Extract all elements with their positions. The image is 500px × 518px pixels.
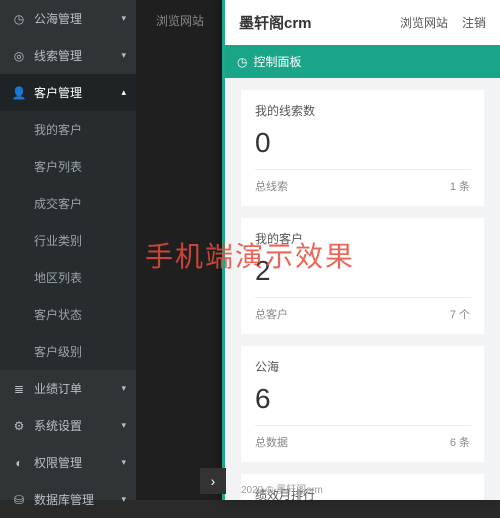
card-title: 我的客户	[255, 230, 470, 247]
gear-icon: ⚙	[12, 419, 26, 433]
mobile-header-links: 浏览网站 注销	[400, 14, 486, 31]
footer-label: 总数据	[255, 434, 288, 450]
sub-region[interactable]: 地区列表	[0, 259, 136, 296]
card-footer: 总客户 7 个	[255, 297, 470, 322]
sidebar-item-label: 公海管理	[34, 10, 82, 27]
expand-button[interactable]: ›	[200, 468, 226, 494]
card-title: 我的线索数	[255, 102, 470, 119]
card-customers: 我的客户 2 总客户 7 个	[241, 218, 484, 334]
shield-icon: ◐	[12, 456, 26, 470]
chevron-down-icon: ▾	[121, 50, 126, 61]
chevron-down-icon: ▾	[121, 457, 126, 468]
sidebar-item-kehu[interactable]: 👤 客户管理 ▴	[0, 74, 136, 111]
sidebar-item-label: 业绩订单	[34, 380, 82, 397]
browse-link[interactable]: 浏览网站	[400, 14, 448, 31]
chevron-up-icon: ▴	[121, 87, 126, 98]
sidebar-item-xiansuo[interactable]: ◎ 线索管理 ▾	[0, 37, 136, 74]
mobile-content: 我的线索数 0 总线索 1 条 我的客户 2 总客户 7 个 公海 6 总数据 …	[225, 78, 500, 500]
mobile-header: 墨轩阁crm 浏览网站 注销	[225, 0, 500, 45]
mobile-preview-panel: 墨轩阁crm 浏览网站 注销 ◷ 控制面板 我的线索数 0 总线索 1 条 我的…	[222, 0, 500, 500]
card-value: 2	[255, 255, 470, 287]
chevron-right-icon: ›	[211, 473, 216, 489]
target-icon: ◎	[12, 49, 26, 63]
sub-status[interactable]: 客户状态	[0, 296, 136, 333]
sidebar-submenu: 我的客户 客户列表 成交客户 行业类别 地区列表 客户状态 客户级别	[0, 111, 136, 370]
sidebar-item-label: 客户管理	[34, 84, 82, 101]
sidebar-item-gonghai[interactable]: ◷ 公海管理 ▾	[0, 0, 136, 37]
dark-browse-link[interactable]: 浏览网站	[156, 12, 204, 29]
card-title: 公海	[255, 358, 470, 375]
card-value: 6	[255, 383, 470, 415]
card-gonghai: 公海 6 总数据 6 条	[241, 346, 484, 462]
mobile-title: 墨轩阁crm	[239, 12, 312, 33]
footer-label: 总线索	[255, 178, 288, 194]
mobile-footer: 2020 © 墨轩阁crm	[241, 481, 323, 496]
sidebar: ◷ 公海管理 ▾ ◎ 线索管理 ▾ 👤 客户管理 ▴ 我的客户 客户列表 成交客…	[0, 0, 136, 500]
card-footer: 总数据 6 条	[255, 425, 470, 450]
dashboard-icon: ◷	[237, 55, 247, 69]
sub-industry[interactable]: 行业类别	[0, 222, 136, 259]
sidebar-item-label: 权限管理	[34, 454, 82, 471]
card-value: 0	[255, 127, 470, 159]
sidebar-item-system[interactable]: ⚙ 系统设置 ▾	[0, 407, 136, 444]
sidebar-item-permission[interactable]: ◐ 权限管理 ▾	[0, 444, 136, 481]
sub-deal-customers[interactable]: 成交客户	[0, 185, 136, 222]
tab-dashboard[interactable]: ◷ 控制面板	[225, 45, 500, 78]
footer-value: 1 条	[450, 178, 470, 194]
logout-link[interactable]: 注销	[462, 14, 486, 31]
chevron-down-icon: ▾	[121, 420, 126, 431]
sub-level[interactable]: 客户级别	[0, 333, 136, 370]
stack-icon: ≣	[12, 382, 26, 396]
chevron-down-icon: ▾	[121, 13, 126, 24]
tab-label: 控制面板	[253, 53, 301, 70]
sidebar-item-label: 线索管理	[34, 47, 82, 64]
card-leads: 我的线索数 0 总线索 1 条	[241, 90, 484, 206]
footer-value: 6 条	[450, 434, 470, 450]
sidebar-item-yeji[interactable]: ≣ 业绩订单 ▾	[0, 370, 136, 407]
sub-my-customers[interactable]: 我的客户	[0, 111, 136, 148]
footer-value: 7 个	[450, 306, 470, 322]
card-footer: 总线索 1 条	[255, 169, 470, 194]
chevron-down-icon: ▾	[121, 383, 126, 394]
user-icon: 👤	[12, 86, 26, 100]
sidebar-item-label: 系统设置	[34, 417, 82, 434]
sub-customer-list[interactable]: 客户列表	[0, 148, 136, 185]
footer-label: 总客户	[255, 306, 288, 322]
globe-icon: ◷	[12, 12, 26, 26]
